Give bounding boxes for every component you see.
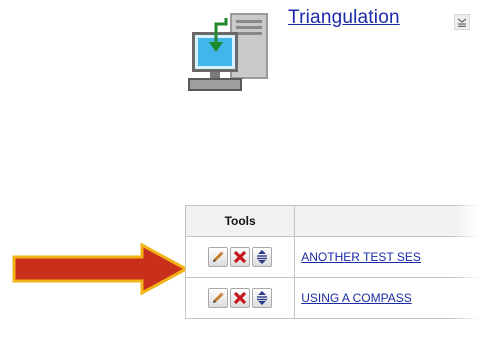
- tools-cell: [184, 277, 296, 319]
- menu-lines-icon[interactable]: [454, 14, 470, 30]
- delete-icon[interactable]: [230, 288, 251, 308]
- table-header-row: Tools: [184, 205, 481, 237]
- red-arrow-icon: [12, 243, 190, 295]
- session-title-cell: ANOTHER TEST SES: [294, 236, 481, 278]
- tools-cell: [184, 236, 296, 278]
- computer-download-icon: [188, 13, 268, 91]
- page-title-link[interactable]: Triangulation: [288, 7, 400, 29]
- table-row: ANOTHER TEST SES: [184, 236, 481, 278]
- edit-icon[interactable]: [208, 288, 229, 308]
- sessions-table: Tools ANOTHER TEST SES USING A COMPASS: [184, 205, 481, 319]
- move-icon[interactable]: [252, 247, 273, 267]
- session-title-cell: USING A COMPASS: [294, 277, 481, 319]
- delete-icon[interactable]: [230, 247, 251, 267]
- edit-icon[interactable]: [208, 247, 229, 267]
- session-link[interactable]: USING A COMPASS: [295, 291, 480, 305]
- session-link[interactable]: ANOTHER TEST SES: [295, 250, 480, 264]
- title-column-header: [294, 205, 481, 237]
- tools-column-header: Tools: [184, 205, 296, 237]
- move-icon[interactable]: [252, 288, 273, 308]
- table-row: USING A COMPASS: [184, 277, 481, 319]
